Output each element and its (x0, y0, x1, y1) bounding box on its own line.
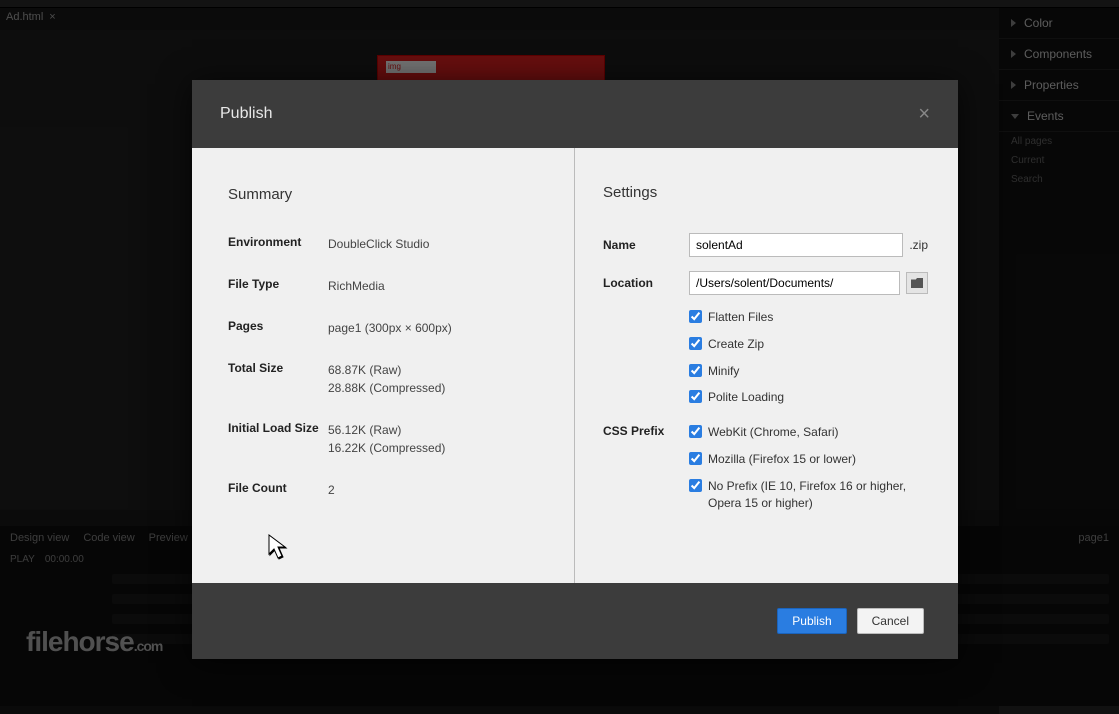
watermark: filehorse.com (26, 626, 162, 658)
flatten-files-option[interactable]: Flatten Files (689, 309, 928, 326)
cancel-button[interactable]: Cancel (857, 608, 924, 634)
close-button[interactable]: × (918, 103, 930, 126)
initload-raw: 56.12K (Raw) (328, 421, 445, 439)
summary-heading: Summary (228, 186, 538, 203)
flatten-checkbox[interactable] (689, 310, 702, 323)
environment-label: Environment (228, 235, 328, 253)
pages-value: page1 (300px × 600px) (328, 319, 452, 337)
watermark-main: filehorse (26, 626, 134, 657)
summary-row-filetype: File Type RichMedia (228, 277, 538, 295)
summary-row-totalsize: Total Size 68.87K (Raw) 28.88K (Compress… (228, 361, 538, 397)
settings-panel: Settings Name .zip Location /Users/solen… (575, 148, 958, 583)
location-label: Location (603, 276, 689, 290)
minify-checkbox[interactable] (689, 364, 702, 377)
totalsize-label: Total Size (228, 361, 328, 397)
createzip-label: Create Zip (708, 336, 764, 353)
publish-button[interactable]: Publish (777, 608, 846, 634)
dialog-header: Publish × (192, 80, 958, 148)
publish-dialog: Publish × Summary Environment DoubleClic… (192, 80, 958, 659)
initload-compressed: 16.22K (Compressed) (328, 439, 445, 457)
name-input[interactable] (689, 233, 903, 257)
minify-label: Minify (708, 363, 739, 380)
webkit-prefix-option[interactable]: WebKit (Chrome, Safari) (689, 424, 928, 441)
pages-label: Pages (228, 319, 328, 337)
noprefix-option[interactable]: No Prefix (IE 10, Firefox 16 or higher, … (689, 478, 928, 512)
location-input[interactable]: /Users/solent/Documents/ (689, 271, 900, 295)
polite-label: Polite Loading (708, 389, 784, 406)
options-checklist: Flatten Files Create Zip Minify Polite L… (689, 309, 928, 406)
polite-checkbox[interactable] (689, 390, 702, 403)
createzip-checkbox[interactable] (689, 337, 702, 350)
mozilla-checkbox[interactable] (689, 452, 702, 465)
summary-panel: Summary Environment DoubleClick Studio F… (192, 148, 575, 583)
initload-label: Initial Load Size (228, 421, 328, 457)
filetype-value: RichMedia (328, 277, 385, 295)
noprefix-label: No Prefix (IE 10, Firefox 16 or higher, … (708, 478, 928, 512)
filecount-value: 2 (328, 481, 335, 499)
settings-row-name: Name .zip (603, 233, 928, 257)
folder-icon (911, 278, 923, 288)
summary-row-filecount: File Count 2 (228, 481, 538, 499)
summary-row-initload: Initial Load Size 56.12K (Raw) 16.22K (C… (228, 421, 538, 457)
cssprefix-label: CSS Prefix (603, 424, 689, 438)
name-extension: .zip (909, 238, 928, 252)
summary-row-pages: Pages page1 (300px × 600px) (228, 319, 538, 337)
noprefix-checkbox[interactable] (689, 479, 702, 492)
create-zip-option[interactable]: Create Zip (689, 336, 928, 353)
minify-option[interactable]: Minify (689, 363, 928, 380)
polite-loading-option[interactable]: Polite Loading (689, 389, 928, 406)
settings-row-cssprefix: CSS Prefix WebKit (Chrome, Safari) Mozil… (603, 424, 928, 521)
webkit-checkbox[interactable] (689, 425, 702, 438)
webkit-label: WebKit (Chrome, Safari) (708, 424, 838, 441)
watermark-suffix: .com (134, 638, 163, 654)
settings-row-location: Location /Users/solent/Documents/ (603, 271, 928, 295)
dialog-body: Summary Environment DoubleClick Studio F… (192, 148, 958, 583)
initload-value: 56.12K (Raw) 16.22K (Compressed) (328, 421, 445, 457)
filetype-label: File Type (228, 277, 328, 295)
mozilla-prefix-option[interactable]: Mozilla (Firefox 15 or lower) (689, 451, 928, 468)
browse-folder-button[interactable] (906, 272, 928, 294)
totalsize-value: 68.87K (Raw) 28.88K (Compressed) (328, 361, 445, 397)
settings-heading: Settings (603, 184, 928, 201)
totalsize-raw: 68.87K (Raw) (328, 361, 445, 379)
name-label: Name (603, 238, 689, 252)
mozilla-label: Mozilla (Firefox 15 or lower) (708, 451, 856, 468)
summary-row-environment: Environment DoubleClick Studio (228, 235, 538, 253)
flatten-label: Flatten Files (708, 309, 773, 326)
dialog-title: Publish (220, 105, 272, 123)
totalsize-compressed: 28.88K (Compressed) (328, 379, 445, 397)
filecount-label: File Count (228, 481, 328, 499)
environment-value: DoubleClick Studio (328, 235, 429, 253)
dialog-footer: Publish Cancel (192, 583, 958, 659)
